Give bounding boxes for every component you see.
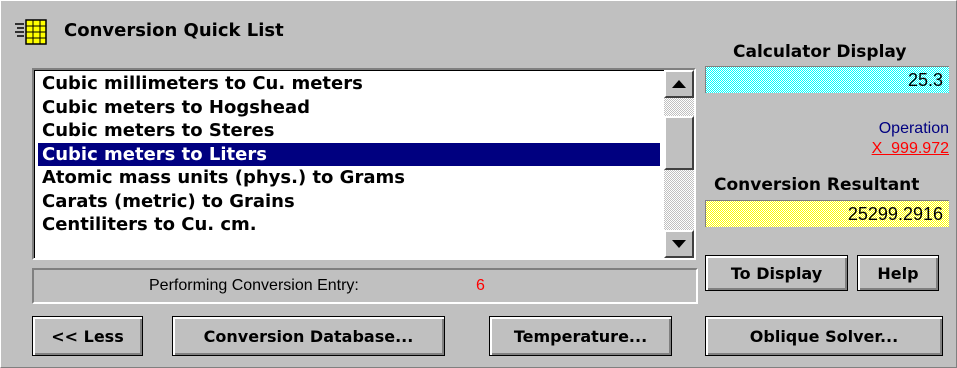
list-item[interactable]: Cubic meters to Steres: [38, 119, 660, 143]
scroll-up-button[interactable]: [664, 70, 694, 98]
status-label: Performing Conversion Entry:: [149, 277, 359, 294]
conversion-listbox[interactable]: Cubic millimeters to Cu. meters Cubic met…: [32, 68, 696, 260]
list-item[interactable]: Centiliters to Cu. cm.: [38, 213, 660, 237]
operation-label: Operation: [878, 120, 949, 137]
status-value: 6: [476, 277, 485, 294]
oblique-solver-button-label: Oblique Solver...: [749, 326, 899, 346]
notepad-icon: [15, 19, 47, 45]
calculator-display-label: Calculator Display: [733, 42, 907, 62]
conversion-database-button[interactable]: Conversion Database...: [172, 316, 445, 356]
to-display-button-label: To Display: [730, 263, 823, 283]
status-bar: Performing Conversion Entry: 6: [32, 268, 698, 304]
calculator-display: 25.3: [705, 66, 949, 93]
oblique-solver-button[interactable]: Oblique Solver...: [705, 316, 943, 356]
operation-value[interactable]: X 999.972: [872, 140, 949, 158]
less-button-label: << Less: [51, 326, 124, 346]
to-display-button[interactable]: To Display: [705, 255, 848, 291]
scrollbar-thumb[interactable]: [664, 116, 694, 170]
list-item[interactable]: Cubic meters to Liters: [38, 142, 660, 166]
list-item[interactable]: Atomic mass units (phys.) to Grams: [38, 166, 660, 190]
temperature-button[interactable]: Temperature...: [489, 316, 672, 356]
list-scrollbar[interactable]: [664, 70, 694, 258]
conversion-resultant-display: 25299.2916: [705, 200, 949, 227]
help-button[interactable]: Help: [857, 255, 939, 291]
arrow-down-icon: [672, 240, 686, 248]
temperature-button-label: Temperature...: [513, 326, 648, 346]
scroll-down-button[interactable]: [664, 230, 694, 258]
less-button[interactable]: << Less: [32, 316, 143, 356]
list-item[interactable]: Cubic millimeters to Cu. meters: [38, 72, 660, 96]
list-item[interactable]: Carats (metric) to Grains: [38, 190, 660, 214]
conversion-resultant-label: Conversion Resultant: [714, 175, 920, 195]
page-title: Conversion Quick List: [64, 20, 284, 41]
conversion-list: Cubic millimeters to Cu. meters Cubic met…: [38, 72, 660, 237]
conversion-database-button-label: Conversion Database...: [203, 326, 414, 346]
help-button-label: Help: [877, 263, 919, 283]
arrow-up-icon: [672, 80, 686, 88]
list-item[interactable]: Cubic meters to Hogshead: [38, 96, 660, 120]
